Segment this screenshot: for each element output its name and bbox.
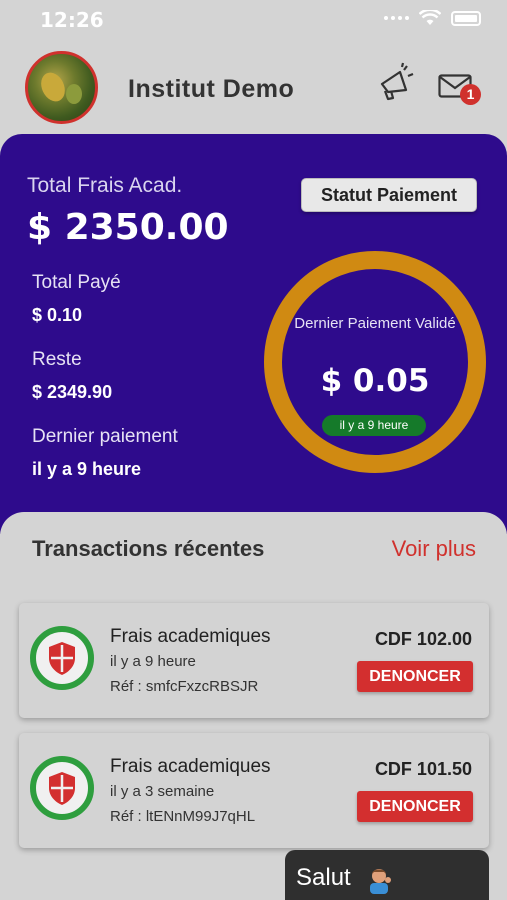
total-paid-value: $ 0.10	[32, 305, 83, 325]
total-fees-label: Total Frais Acad.	[27, 174, 183, 197]
payment-status-button[interactable]: Statut Paiement	[301, 178, 477, 212]
transaction-ref: Réf : smfcFxzcRBSJR	[110, 678, 259, 695]
remaining-label: Reste	[32, 349, 82, 370]
status-icons	[384, 10, 481, 26]
transaction-time: il y a 3 semaine	[110, 783, 215, 800]
report-button[interactable]: DENONCER	[357, 791, 473, 822]
transaction-name: Frais academiques	[110, 626, 271, 647]
shield-icon	[30, 626, 94, 690]
transaction-name: Frais academiques	[110, 756, 271, 777]
total-fees-value: $ 2350.00	[27, 207, 229, 248]
battery-icon	[451, 10, 481, 26]
avatar[interactable]	[25, 51, 98, 124]
last-payment-value: il y a 9 heure	[32, 459, 142, 479]
transactions-panel: Transactions récentes Voir plus Frais ac…	[0, 512, 507, 900]
ring-time-badge: il y a 9 heure	[322, 415, 426, 436]
shield-icon	[30, 756, 94, 820]
status-bar: 12:26	[0, 0, 507, 40]
transaction-time: il y a 9 heure	[110, 653, 196, 670]
transaction-amount: CDF 102.00	[374, 629, 472, 649]
transaction-amount: CDF 101.50	[374, 759, 472, 779]
megaphone-icon[interactable]	[376, 62, 416, 104]
chat-bubble[interactable]: Salut	[285, 850, 489, 900]
ring-value: $ 0.05	[320, 363, 430, 399]
ring-title: Dernier Paiement Validé	[294, 315, 456, 332]
status-time: 12:26	[40, 8, 104, 32]
summary-card: Total Frais Acad. $ 2350.00 Total Payé $…	[0, 134, 507, 534]
report-button[interactable]: DENONCER	[357, 661, 473, 692]
chat-greeting: Salut	[296, 864, 351, 891]
last-payment-ring: Dernier Paiement Validé $ 0.05 il y a 9 …	[264, 251, 486, 473]
notification-badge: 1	[460, 84, 481, 105]
last-payment-label: Dernier paiement	[32, 426, 178, 447]
cellular-icon	[384, 16, 409, 20]
institution-name: Institut Demo	[128, 75, 295, 103]
waving-person-icon	[370, 869, 391, 894]
transactions-title: Transactions récentes	[32, 536, 265, 561]
total-paid-label: Total Payé	[32, 272, 121, 293]
transaction-card[interactable]: Frais academiques il y a 9 heure Réf : s…	[19, 603, 489, 718]
transaction-card[interactable]: Frais academiques il y a 3 semaine Réf :…	[19, 733, 489, 848]
remaining-value: $ 2349.90	[32, 382, 113, 402]
transaction-ref: Réf : ltENnM99J7qHL	[110, 808, 256, 825]
wifi-icon	[419, 10, 441, 25]
see-more-link[interactable]: Voir plus	[392, 536, 476, 562]
